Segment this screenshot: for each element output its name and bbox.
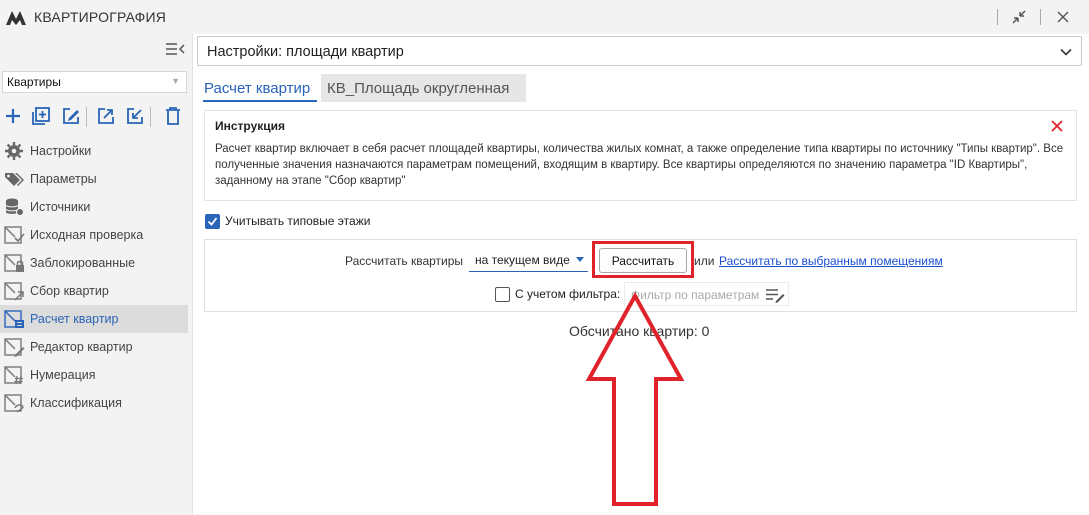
app-title: КВАРТИРОГРАФИЯ [34, 9, 167, 25]
title-separator [1040, 9, 1041, 25]
sidebar-item-label: Заблокированные [30, 256, 136, 270]
sidebar-item-collect[interactable]: Сбор квартир [0, 277, 188, 305]
room-edit-icon [4, 338, 25, 357]
toolbar-separator [86, 107, 87, 127]
calc-label: Рассчитать квартиры [345, 254, 464, 268]
instruction-panel: Инструкция Расчет квартир включает в себ… [204, 110, 1077, 201]
sidebar-item-settings[interactable]: Настройки [0, 137, 188, 165]
calculated-counter: Обсчитано квартир: 0 [569, 323, 710, 339]
settings-select-value: Настройки: площади квартир [207, 44, 404, 60]
app-logo-icon [6, 11, 26, 25]
database-icon [5, 198, 24, 216]
room-classify-icon [4, 394, 24, 413]
sidebar-item-label: Нумерация [30, 368, 96, 382]
chevron-down-icon: ▼ [171, 76, 180, 86]
import-icon[interactable] [124, 104, 146, 128]
room-calc-icon [4, 310, 24, 328]
sidebar-item-label: Исходная проверка [30, 228, 144, 242]
filter-checkbox[interactable] [495, 286, 510, 302]
sidebar-item-label: Сбор квартир [30, 284, 109, 298]
sidebar-item-initial-check[interactable]: Исходная проверка [0, 221, 188, 249]
instruction-title: Инструкция [215, 119, 286, 133]
sidebar-item-calculation[interactable]: Расчет квартир [0, 305, 188, 333]
sidebar-item-classification[interactable]: Классификация [0, 389, 188, 417]
close-icon[interactable] [1050, 119, 1064, 133]
add-box-icon[interactable] [30, 104, 52, 128]
calculation-panel: Рассчитать квартиры на текущем виде Расс… [204, 239, 1077, 312]
sidebar-nav: Настройки Параметры Источники Исходная п… [0, 137, 188, 417]
sidebar-item-label: Расчет квартир [30, 312, 119, 326]
tab-label: Расчет квартир [204, 80, 311, 97]
highlight-frame [592, 241, 694, 278]
check-icon [207, 216, 218, 226]
sidebar-item-editor[interactable]: Редактор квартир [0, 333, 188, 361]
sidebar-item-label: Параметры [30, 172, 97, 186]
filter-input[interactable]: Фильтр по параметрам [624, 282, 789, 306]
sidebar-item-label: Редактор квартир [30, 340, 133, 354]
settings-select[interactable]: Настройки: площади квартир [197, 36, 1082, 66]
sidebar: Квартиры ▼ Настройки Параметры Источники… [0, 34, 192, 515]
tab-label: КВ_Площадь округленная [327, 80, 510, 97]
or-text: или [694, 254, 715, 268]
toolbar-separator [150, 107, 151, 127]
room-collect-icon [4, 282, 24, 301]
object-type-select[interactable]: Квартиры ▼ [2, 71, 187, 93]
sidebar-item-label: Классификация [30, 396, 122, 410]
typical-floors-label: Учитывать типовые этажи [225, 214, 371, 228]
sidebar-toolbar [0, 104, 192, 130]
edit-icon[interactable] [60, 104, 82, 128]
dropdown-arrow-icon [576, 257, 584, 262]
plus-icon[interactable] [2, 104, 24, 128]
tags-icon [5, 173, 24, 186]
chevron-down-icon [1060, 48, 1072, 56]
close-window-icon[interactable] [1050, 4, 1076, 30]
room-check-icon [4, 226, 25, 244]
collapse-sidebar-icon[interactable] [164, 40, 186, 58]
calc-mode-select[interactable]: на текущем виде [469, 248, 588, 272]
main-panel: Настройки: площади квартир Расчет кварти… [192, 34, 1089, 515]
sidebar-item-parameters[interactable]: Параметры [0, 165, 188, 193]
sidebar-item-label: Настройки [30, 144, 92, 158]
object-type-value: Квартиры [7, 75, 61, 89]
calc-mode-value: на текущем виде [475, 253, 570, 267]
title-bar: КВАРТИРОГРАФИЯ [0, 0, 1089, 34]
room-lock-icon [4, 254, 24, 272]
room-number-icon [4, 366, 23, 385]
instruction-text: Расчет квартир включает в себя расчет пл… [215, 143, 1064, 187]
filter-label: С учетом фильтра: [515, 287, 621, 301]
delete-icon[interactable] [162, 104, 184, 128]
sidebar-item-sources[interactable]: Источники [0, 193, 188, 221]
sidebar-item-blocked[interactable]: Заблокированные [0, 249, 188, 277]
collapse-window-icon[interactable] [1006, 4, 1032, 30]
gear-icon [5, 142, 23, 160]
filter-placeholder: Фильтр по параметрам [631, 288, 760, 302]
title-separator [997, 9, 998, 25]
sidebar-item-numbering[interactable]: Нумерация [0, 361, 188, 389]
tab-rounded-area[interactable]: КВ_Площадь округленная [321, 74, 526, 102]
export-icon[interactable] [95, 104, 117, 128]
tab-calculation[interactable]: Расчет квартир [203, 74, 317, 102]
typical-floors-option: Учитывать типовые этажи [205, 212, 370, 230]
edit-filter-icon[interactable] [764, 286, 786, 304]
sidebar-item-label: Источники [30, 200, 91, 214]
filter-option: С учетом фильтра: [495, 285, 620, 303]
calc-selected-rooms-link[interactable]: Рассчитать по выбранным помещениям [719, 254, 943, 268]
typical-floors-checkbox[interactable] [205, 213, 220, 229]
